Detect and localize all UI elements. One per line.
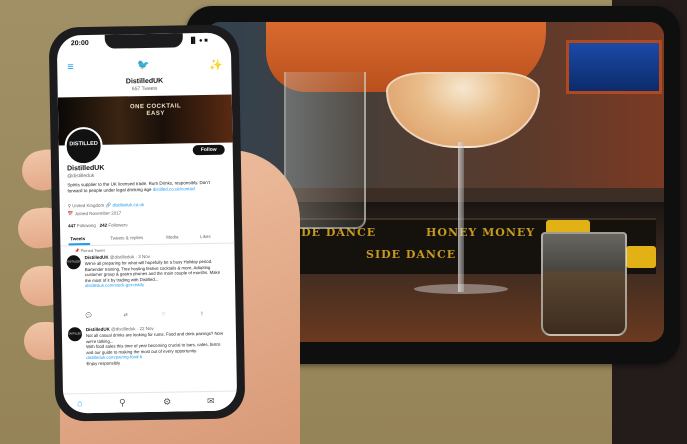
status-time: 20:00 — [70, 39, 89, 48]
website-link[interactable]: distilleduk.co.uk — [112, 202, 144, 208]
tab-tweets-replies[interactable]: Tweets & replies — [110, 235, 143, 241]
follow-counts: 447 Following 242 Followers — [68, 222, 128, 228]
coupe-foot — [414, 284, 508, 294]
menu-icon[interactable]: ≡ — [67, 61, 74, 73]
tweet-item[interactable]: DISTILLED DistilledUK @distilleduk · 22 … — [67, 325, 231, 390]
smartphone: 20:00 ▐▌ ● ■ ≡ 🐦 ✨ DistilledUK 657 Tweet… — [48, 24, 246, 422]
tweet-handle-date: @distilleduk · 22 Nov — [111, 325, 154, 332]
yellow-label — [626, 246, 656, 268]
bar-screen-sign — [566, 40, 662, 94]
like-icon[interactable]: ♡ — [162, 312, 167, 318]
pinned-text: Pinned Tweet — [80, 247, 105, 254]
mat-text-3: SIDE DANCE — [366, 248, 457, 261]
status-icons: ▐▌ ● ■ — [188, 37, 208, 45]
reply-icon[interactable]: 💬 — [86, 313, 92, 319]
twitter-logo-icon: 🐦 — [137, 59, 150, 72]
phone-screen: 20:00 ▐▌ ● ■ ≡ 🐦 ✨ DistilledUK 657 Tweet… — [56, 32, 238, 414]
tweet-actions: 💬 ⇄ ♡ ⇧ — [86, 311, 226, 321]
tweet-text: We're all preparing for what will hopefu… — [84, 258, 221, 283]
tweet-link[interactable]: distilleduk.com/stock-get-ready — [85, 282, 144, 288]
top-nav: ≡ 🐦 ✨ — [57, 55, 231, 80]
coupe-stem — [458, 142, 464, 292]
following-count[interactable]: 447 — [68, 223, 76, 228]
pin-icon: 📌 — [74, 248, 80, 254]
sparkle-icon[interactable]: ✨ — [209, 59, 223, 72]
active-tab-indicator — [68, 242, 91, 246]
messages-icon[interactable]: ✉ — [207, 396, 215, 407]
bottom-tab-bar: ⌂ ⚲ ⚙ ✉ — [62, 390, 238, 414]
tab-tweets[interactable]: Tweets — [70, 236, 85, 241]
profile-name: DistilledUK — [66, 164, 105, 173]
calendar-icon: 📅 — [67, 211, 74, 217]
pinned-label: 📌 Pinned Tweet — [74, 248, 104, 254]
tab-likes[interactable]: Likes — [200, 234, 211, 239]
profile-bio: Spirits supplier to the UK licensed trad… — [67, 180, 225, 195]
link-icon: 🔗 — [105, 202, 112, 208]
bio-link[interactable]: distilled.co.uk/contact — [153, 186, 196, 192]
followers-label: Followers — [108, 222, 128, 228]
tweet-handle-date: @distilleduk · 3 Nov — [109, 253, 151, 260]
followers-count[interactable]: 242 — [100, 223, 108, 228]
home-icon[interactable]: ⌂ — [77, 398, 83, 408]
phone-notch — [104, 33, 183, 49]
tweet-footer: Enjoy responsibly — [86, 360, 121, 367]
follow-button[interactable]: Follow — [192, 144, 225, 156]
following-label: Following — [76, 222, 96, 229]
tweet-author[interactable]: DistilledUK — [86, 327, 110, 332]
avatar-text: DISTILLED — [69, 140, 98, 148]
profile-handle: @distilleduk — [67, 172, 95, 180]
retweet-icon[interactable]: ⇄ — [124, 312, 128, 318]
location-text: United Kingdom — [72, 202, 105, 209]
tweet-avatar[interactable]: DISTILLED — [67, 327, 83, 342]
search-icon[interactable]: ⚲ — [119, 397, 126, 408]
tab-media[interactable]: Media — [166, 234, 178, 239]
location-icon: ⚲ — [67, 203, 72, 209]
share-icon[interactable]: ⇧ — [200, 311, 204, 317]
profile-tabs: Tweets Tweets & replies Media Likes — [60, 230, 235, 247]
tweet-item[interactable]: DISTILLED DistilledUK @distilleduk · 3 N… — [66, 253, 230, 322]
profile-avatar[interactable]: DISTILLED — [64, 126, 103, 166]
tweet-author[interactable]: DistilledUK — [85, 255, 109, 260]
tweet-body: We're all preparing for what will hopefu… — [85, 259, 227, 289]
shot-glass — [541, 232, 627, 336]
banner-text: ONE COCKTAIL EASY — [129, 103, 182, 117]
joined-text: Joined November 2017 — [74, 210, 122, 217]
tweet-body: Not all casual drinks are looking for ru… — [86, 331, 229, 367]
tweet-avatar[interactable]: DISTILLED — [66, 255, 81, 270]
profile-joined: 📅 Joined November 2017 — [68, 210, 122, 217]
mat-text-2: HONEY MONEY — [426, 226, 536, 239]
tweet-text-2: With food sales this time of year becomi… — [86, 341, 221, 355]
profile-header: DistilledUK 657 Tweets — [57, 77, 231, 96]
notifications-icon[interactable]: ⚙ — [163, 397, 171, 408]
profile-location: ⚲ United Kingdom 🔗 distilleduk.co.uk — [68, 202, 145, 209]
